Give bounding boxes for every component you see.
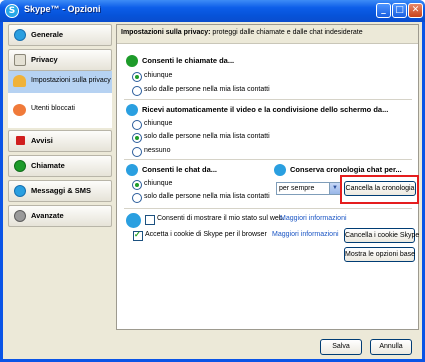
sidebar: Generale Privacy Impostazioni sulla priv…: [8, 24, 112, 334]
minimize-button[interactable]: _: [376, 3, 391, 18]
flag-icon: [16, 136, 25, 145]
divider: [124, 208, 412, 209]
panel-header: Impostazioni sulla privacy: proteggi dal…: [117, 25, 418, 44]
skype-icon: [14, 29, 26, 41]
window-client: Generale Privacy Impostazioni sulla priv…: [3, 22, 422, 359]
sidebar-item-label: Chiamate: [31, 161, 65, 170]
skype-globe-icon: [126, 213, 141, 228]
chat-bubble-icon: [126, 164, 138, 176]
show-basic-options-button[interactable]: Mostra le opzioni base: [344, 247, 415, 262]
sidebar-item-label: Messaggi & SMS: [31, 186, 92, 195]
calls-title: Consenti le chiamate da...: [142, 56, 235, 65]
chats-option-contacts[interactable]: solo dalle persone nella mia lista conta…: [132, 193, 270, 203]
calls-option-contacts[interactable]: solo dalle persone nella mia lista conta…: [132, 86, 270, 96]
video-title: Ricevi automaticamente il video e la con…: [142, 105, 389, 114]
sidebar-item-label: Avvisi: [31, 136, 53, 145]
sidebar-item-privacy[interactable]: Privacy: [8, 49, 112, 71]
chat-bubble-icon: [14, 185, 26, 197]
privacy-panel: Impostazioni sulla privacy: proteggi dal…: [116, 24, 419, 330]
sidebar-item-privacy-settings[interactable]: Impostazioni sulla privacy: [8, 71, 112, 93]
sidebar-item-generale[interactable]: Generale: [8, 24, 112, 46]
history-duration-select[interactable]: per sempre ▼: [276, 182, 341, 195]
sidebar-item-messaggi[interactable]: Messaggi & SMS: [8, 180, 112, 202]
privacy-icon: [14, 54, 26, 66]
accept-cookies-checkbox[interactable]: Accetta i cookie di Skype per il browser: [133, 230, 267, 241]
chevron-down-icon: ▼: [329, 183, 340, 194]
history-duration-value: per sempre: [279, 185, 315, 192]
sidebar-item-avanzate[interactable]: Avanzate: [8, 205, 112, 227]
options-window: S Skype™ - Opzioni _ □ ✕ Generale Privac…: [0, 0, 425, 362]
skype-logo-icon: S: [5, 4, 19, 18]
sidebar-item-label: Privacy: [31, 55, 58, 64]
panel-title: Impostazioni sulla privacy:: [121, 29, 211, 36]
more-info-link[interactable]: Maggiori informazioni: [272, 231, 339, 238]
blocked-user-icon: [13, 104, 26, 116]
maximize-button[interactable]: □: [392, 3, 407, 18]
user-lock-icon: [13, 75, 26, 87]
sidebar-item-label: Utenti bloccati: [31, 105, 75, 112]
sidebar-item-label: Avanzate: [31, 211, 64, 220]
history-title: Conserva cronologia chat per...: [290, 165, 402, 174]
save-button[interactable]: Salva: [320, 339, 362, 355]
more-info-link[interactable]: Maggiori informazioni: [280, 215, 347, 222]
calls-option-anyone[interactable]: chiunque: [132, 72, 172, 82]
video-option-contacts[interactable]: solo dalle persone nella mia lista conta…: [132, 133, 270, 143]
close-button[interactable]: ✕: [408, 3, 423, 18]
sidebar-item-label: Generale: [31, 30, 64, 39]
clear-cookies-button[interactable]: Cancella i cookie Skype: [344, 228, 419, 243]
video-icon: [126, 104, 138, 116]
phone-icon: [14, 160, 26, 172]
cancel-button[interactable]: Annulla: [370, 339, 412, 355]
video-option-none[interactable]: nessuno: [132, 147, 170, 157]
clear-history-button[interactable]: Cancella la cronologia: [344, 181, 416, 196]
title-bar[interactable]: S Skype™ - Opzioni _ □ ✕: [0, 0, 425, 22]
sidebar-item-label: Impostazioni sulla privacy: [31, 77, 111, 84]
window-title: Skype™ - Opzioni: [24, 4, 101, 14]
sidebar-item-avvisi[interactable]: Avvisi: [8, 130, 112, 152]
chats-option-anyone[interactable]: chiunque: [132, 180, 172, 190]
chats-title: Consenti le chat da...: [142, 165, 218, 174]
video-option-anyone[interactable]: chiunque: [132, 120, 172, 130]
sidebar-item-chiamate[interactable]: Chiamate: [8, 155, 112, 177]
show-status-checkbox[interactable]: Consenti di mostrare il mio stato sul we…: [145, 215, 285, 225]
divider: [124, 99, 412, 100]
divider: [124, 159, 412, 160]
sidebar-item-blocked-users[interactable]: Utenti bloccati: [8, 93, 112, 128]
gear-icon: [14, 210, 26, 222]
phone-icon: [126, 55, 138, 67]
history-icon: [274, 164, 286, 176]
panel-subtitle: proteggi dalle chiamate e dalle chat ind…: [212, 29, 363, 36]
